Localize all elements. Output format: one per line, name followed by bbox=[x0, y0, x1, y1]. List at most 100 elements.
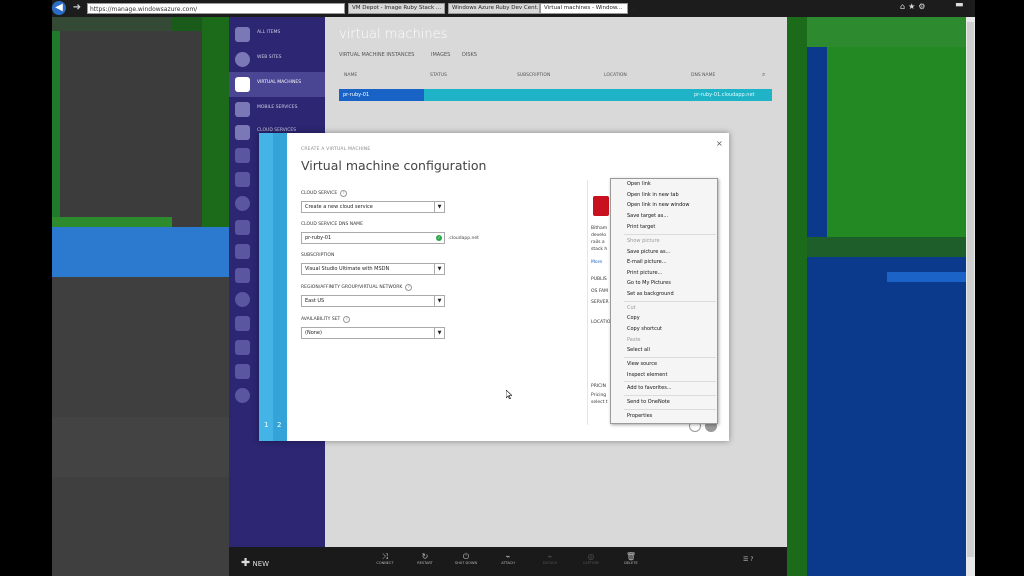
management-services-icon[interactable] bbox=[235, 316, 250, 331]
menu-item-inspect-element[interactable]: Inspect element bbox=[627, 372, 667, 378]
tab-close-icon[interactable]: × bbox=[628, 3, 639, 14]
menu-item-view-source[interactable]: View source bbox=[627, 361, 657, 367]
col-name[interactable]: NAME bbox=[344, 73, 357, 78]
menu-item-open-link-in-new-window[interactable]: Open link in new window bbox=[627, 202, 689, 208]
tab-vm-depot[interactable]: VM Depot - Image Ruby Stack ... bbox=[348, 3, 445, 14]
gear-icon[interactable]: ⚙ bbox=[918, 2, 928, 11]
attach-button[interactable]: ⌁ ATTACH bbox=[494, 552, 522, 565]
menu-item-set-as-background[interactable]: Set as background bbox=[627, 291, 674, 297]
sql-database-icon[interactable] bbox=[235, 148, 250, 163]
preview-line-1: Bitham bbox=[591, 226, 608, 231]
more-link[interactable]: More bbox=[591, 260, 602, 265]
preview-divider bbox=[587, 180, 588, 425]
settings-icon[interactable] bbox=[235, 388, 250, 403]
home-icon[interactable]: ⌂ bbox=[900, 2, 908, 11]
help-icon[interactable]: ☰ ? bbox=[743, 556, 753, 563]
menu-item-select-all[interactable]: Select all bbox=[627, 347, 650, 353]
tab-virtual-machines[interactable]: Virtual machines - Window... bbox=[540, 3, 628, 14]
forward-icon[interactable]: ➜ bbox=[71, 1, 83, 15]
help-icon[interactable]: ? bbox=[343, 316, 351, 323]
shutdown-button[interactable]: ⏻ SHUT DOWN bbox=[452, 552, 480, 565]
back-icon[interactable]: ◀ bbox=[52, 1, 66, 15]
menu-item-e-mail-picture[interactable]: E-mail picture... bbox=[627, 259, 667, 265]
power-icon: ⏻ bbox=[462, 552, 470, 561]
col-subscription[interactable]: SUBSCRIPTION bbox=[517, 73, 550, 78]
menu-item-send-to-onenote[interactable]: Send to OneNote bbox=[627, 399, 670, 405]
menu-item-copy[interactable]: Copy bbox=[627, 315, 640, 321]
preview-line-3: rails a bbox=[591, 240, 605, 245]
subscription-label: SUBSCRIPTION bbox=[301, 253, 335, 258]
menu-item-open-link-in-new-tab[interactable]: Open link in new tab bbox=[627, 192, 679, 198]
menu-item-show-picture: Show picture bbox=[627, 238, 660, 244]
menu-item-print-target[interactable]: Print target bbox=[627, 224, 655, 230]
cloud-service-select[interactable]: Create a new cloud service ▼ bbox=[301, 201, 445, 213]
restart-button[interactable]: ↻ RESTART bbox=[411, 552, 439, 565]
menu-item-cut: Cut bbox=[627, 305, 636, 311]
scrollbar-thumb[interactable] bbox=[967, 22, 974, 557]
wizard-step-1[interactable]: 1 bbox=[264, 421, 268, 429]
menu-item-save-target-as[interactable]: Save target as... bbox=[627, 213, 668, 219]
plus-icon: ✚ bbox=[241, 556, 251, 569]
menu-item-print-picture[interactable]: Print picture... bbox=[627, 270, 662, 276]
service-bus-icon[interactable] bbox=[235, 244, 250, 259]
restart-icon: ↻ bbox=[421, 552, 429, 561]
sidebar-item-virtual-machines[interactable]: VIRTUAL MACHINES bbox=[229, 72, 325, 97]
address-bar[interactable]: https://manage.windowsazure.com/ bbox=[87, 3, 345, 14]
help-icon[interactable]: ? bbox=[340, 190, 348, 197]
menu-item-properties[interactable]: Properties bbox=[627, 413, 652, 419]
menu-item-copy-shortcut[interactable]: Copy shortcut bbox=[627, 326, 662, 332]
sidebar-item-all-items[interactable]: ALL ITEMS bbox=[229, 22, 325, 47]
sidebar-item-mobile-services[interactable]: MOBILE SERVICES bbox=[229, 97, 325, 122]
new-button[interactable]: ✚ NEW bbox=[241, 556, 269, 569]
menu-item-add-to-favorites[interactable]: Add to favorites... bbox=[627, 385, 672, 391]
menu-item-save-picture-as[interactable]: Save picture as... bbox=[627, 249, 670, 255]
connect-button[interactable]: ⤨ CONNECT bbox=[371, 552, 399, 565]
detach-button[interactable]: ⌁ DETACH bbox=[536, 552, 564, 565]
chevron-down-icon: ▼ bbox=[434, 296, 444, 306]
search-icon[interactable]: ⌕ bbox=[762, 71, 765, 79]
help-icon[interactable]: ? bbox=[405, 284, 413, 291]
cloud-service-label: CLOUD SERVICE? bbox=[301, 190, 348, 197]
table-row-name[interactable]: pr-ruby-01 bbox=[339, 89, 424, 101]
region-select[interactable]: East US ▼ bbox=[301, 295, 445, 307]
tab-disks[interactable]: DISKS bbox=[462, 52, 477, 58]
window-minimize-icon[interactable]: ▬ bbox=[955, 0, 975, 16]
col-location[interactable]: LOCATION bbox=[604, 73, 627, 78]
wizard-step-2[interactable]: 2 bbox=[277, 421, 281, 429]
globe-icon bbox=[235, 52, 250, 67]
tab-images[interactable]: IMAGES bbox=[431, 52, 450, 58]
menu-separator bbox=[624, 395, 716, 396]
sidebar-item-web-sites[interactable]: WEB SITES bbox=[229, 47, 325, 72]
hdinsight-icon[interactable] bbox=[235, 196, 250, 211]
attach-icon: ⌁ bbox=[505, 552, 511, 561]
tab-ruby-dev-center[interactable]: Windows Azure Ruby Dev Cent... bbox=[448, 3, 540, 14]
menu-item-open-link[interactable]: Open link bbox=[627, 181, 651, 187]
storage-icon[interactable] bbox=[235, 172, 250, 187]
star-icon[interactable]: ★ bbox=[908, 2, 918, 11]
mouse-cursor-icon bbox=[506, 390, 512, 399]
os-family-label: OS FAM bbox=[591, 289, 608, 294]
check-icon: ✓ bbox=[436, 235, 442, 241]
add-ons-icon[interactable] bbox=[235, 364, 250, 379]
preview-line-4: stack h bbox=[591, 247, 608, 252]
dns-name-label: CLOUD SERVICE DNS NAME bbox=[301, 222, 363, 227]
col-status[interactable]: STATUS bbox=[430, 73, 447, 78]
tab-vm-instances[interactable]: VIRTUAL MACHINE INSTANCES bbox=[339, 52, 414, 58]
active-directory-icon[interactable] bbox=[235, 340, 250, 355]
networks-icon[interactable] bbox=[235, 268, 250, 283]
trash-icon: 🗑 bbox=[625, 552, 637, 561]
menu-item-go-to-my-pictures[interactable]: Go to My Pictures bbox=[627, 280, 671, 286]
dns-name-input[interactable]: pr-ruby-01 bbox=[301, 232, 445, 244]
availability-set-select[interactable]: (None) ▼ bbox=[301, 327, 445, 339]
delete-button[interactable]: 🗑 DELETE bbox=[617, 552, 645, 565]
row-dns[interactable]: pr-ruby-01.cloudapp.net bbox=[694, 89, 755, 101]
chevron-down-icon: ▼ bbox=[434, 264, 444, 274]
close-icon[interactable]: × bbox=[716, 139, 723, 148]
traffic-manager-icon[interactable] bbox=[235, 292, 250, 307]
media-services-icon[interactable] bbox=[235, 220, 250, 235]
table-row[interactable]: pr-ruby-01.cloudapp.net bbox=[424, 89, 772, 101]
subscription-select[interactable]: Visual Studio Ultimate with MSDN ▼ bbox=[301, 263, 445, 275]
col-dns-name[interactable]: DNS NAME bbox=[691, 73, 715, 78]
capture-button[interactable]: ◎ CAPTURE bbox=[577, 552, 605, 565]
availability-set-label: AVAILABILITY SET? bbox=[301, 316, 351, 323]
